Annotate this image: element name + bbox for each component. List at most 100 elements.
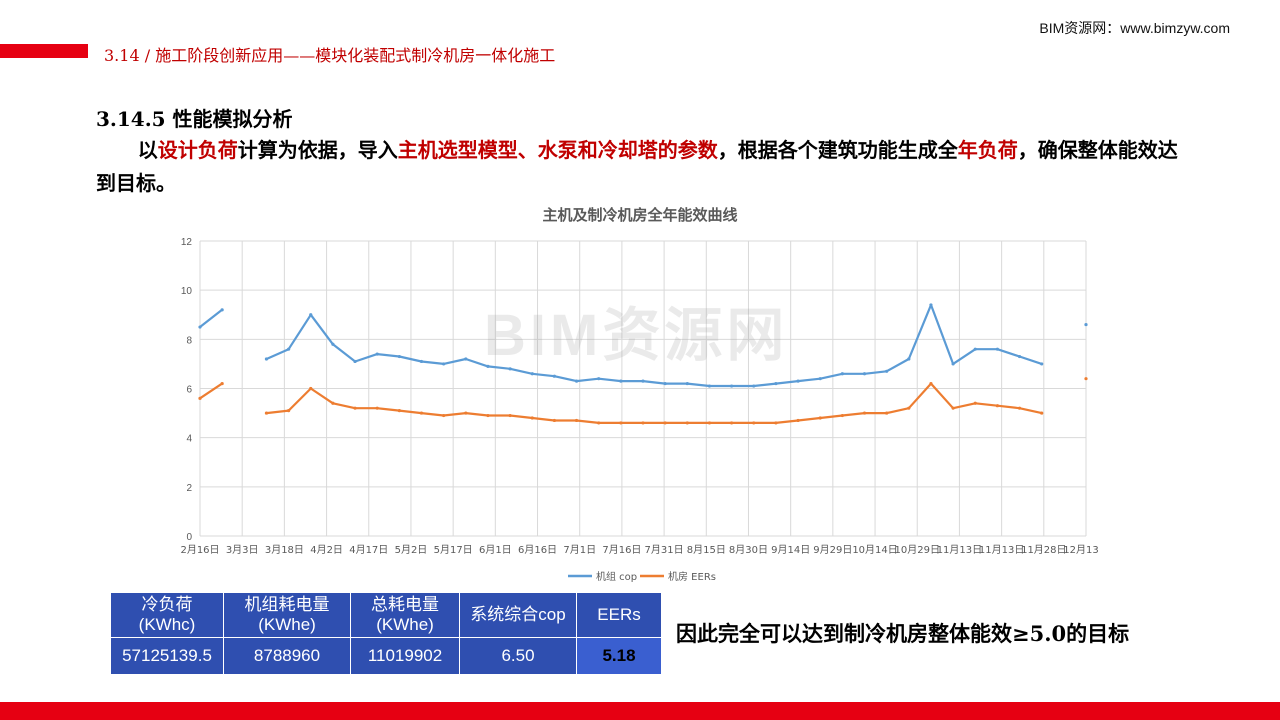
data-point [508, 413, 512, 418]
data-point [464, 411, 468, 415]
description-paragraph: 以设计负荷计算为依据，导入主机选型模型、水泵和冷却塔的参数，根据各个建筑功能生成… [96, 134, 1196, 200]
data-point [774, 421, 778, 425]
data-point [331, 401, 335, 405]
data-point [862, 411, 867, 415]
x-tick-label: 8月15日 [687, 544, 726, 556]
x-tick-label: 11月28日 [1021, 544, 1066, 556]
data-point [264, 411, 269, 415]
header-system-cop: 系统综合cop [459, 592, 577, 638]
data-point [464, 357, 468, 361]
data-point [1084, 377, 1088, 381]
x-tick-label: 10月14日 [852, 544, 897, 556]
data-point [951, 406, 955, 410]
data-point [309, 313, 313, 317]
x-tick-label: 11月13日 [979, 544, 1024, 556]
x-tick-label: 9月29日 [813, 544, 852, 556]
data-point [552, 374, 556, 378]
x-tick-label: 3月3日 [226, 544, 259, 556]
data-point [641, 379, 645, 383]
data-point [309, 386, 313, 391]
y-tick-label: 2 [186, 483, 192, 494]
cell-total-power: 11019902 [350, 637, 460, 675]
conclusion-text: 因此完全可以达到制冷机房整体能效≥5.0的目标 [676, 621, 1130, 646]
data-point [1040, 362, 1044, 366]
x-tick-label: 5月2日 [395, 544, 428, 556]
x-tick-label: 8月30日 [729, 544, 768, 556]
data-point [353, 359, 357, 364]
paragraph-segment: 计算为依据，导入 [237, 138, 398, 162]
data-point [685, 381, 689, 386]
data-point [619, 379, 623, 383]
table-header-row: 冷负荷 (KWhc) 机组耗电量 (KWhe) 总耗电量 (KWhe) 系统综合cop… [110, 592, 662, 638]
header-cold-load: 冷负荷 (KWhc) [110, 592, 224, 638]
data-point [663, 381, 667, 386]
header-unit-power: 机组耗电量 (KWhe) [223, 592, 351, 638]
data-point [552, 418, 556, 423]
data-point [907, 406, 911, 410]
y-tick-label: 8 [186, 335, 192, 346]
y-tick-label: 12 [181, 237, 193, 248]
paragraph-segment: ，根据各个建筑功能生成全 [717, 138, 958, 162]
data-point [287, 347, 291, 351]
x-tick-label: 3月18日 [265, 544, 304, 556]
x-tick-label: 12月13日 [1063, 544, 1100, 556]
data-point [907, 357, 911, 361]
x-tick-label: 11月13日 [937, 544, 982, 556]
x-tick-label: 7月1日 [563, 544, 596, 556]
x-tick-label: 2月16日 [180, 544, 219, 556]
footer-accent-bar [0, 702, 1280, 720]
legend-label: 机房 EERs [668, 570, 716, 583]
data-point [442, 413, 446, 418]
data-point [995, 404, 1000, 408]
data-point [818, 377, 822, 381]
y-tick-label: 4 [186, 434, 192, 445]
data-point [397, 354, 401, 359]
data-point [530, 372, 534, 376]
data-point [840, 413, 844, 418]
data-point [752, 384, 756, 388]
data-point [774, 381, 778, 386]
data-point [885, 411, 889, 415]
data-point [973, 401, 977, 405]
data-point [685, 421, 689, 425]
data-point [397, 409, 401, 413]
data-point [1017, 354, 1022, 359]
x-tick-label: 6月16日 [518, 544, 557, 556]
x-tick-label: 6月1日 [479, 544, 512, 556]
data-point [929, 381, 933, 386]
table-row: 57125139.5 8788960 11019902 6.50 5.18 [110, 637, 662, 675]
header-accent-bar [0, 44, 88, 58]
x-tick-label: 4月2日 [310, 544, 343, 556]
cell-system-cop: 6.50 [459, 637, 577, 675]
section-title: 3.14.5 性能模拟分析 [96, 107, 293, 131]
paragraph-segment: 主机选型模型、水泵和冷却塔的参数 [397, 138, 718, 162]
x-tick-label: 7月16日 [602, 544, 641, 556]
cell-unit-power: 8788960 [223, 637, 351, 675]
x-tick-label: 5月17日 [434, 544, 473, 556]
data-point [220, 308, 224, 312]
data-point [530, 416, 534, 420]
cell-eers: 5.18 [576, 637, 662, 675]
energy-summary-table: 冷负荷 (KWhc) 机组耗电量 (KWhe) 总耗电量 (KWhe) 系统综合cop… [110, 592, 662, 675]
data-point [353, 406, 357, 410]
data-point [929, 303, 933, 307]
data-point [619, 421, 623, 425]
data-point [818, 416, 822, 420]
data-point [707, 421, 712, 425]
data-point [730, 421, 734, 425]
data-point [220, 381, 224, 386]
paragraph-segment: 设计负荷 [157, 138, 238, 162]
data-point [331, 342, 335, 346]
data-point [287, 409, 291, 413]
data-point [1040, 411, 1044, 415]
x-tick-label: 9月14日 [771, 544, 810, 556]
series-line [200, 379, 1086, 423]
y-tick-label: 6 [186, 385, 192, 396]
data-point [486, 413, 490, 418]
data-point [707, 384, 712, 388]
data-point [1017, 406, 1022, 410]
data-point [973, 347, 977, 351]
efficiency-line-chart: 0 2 4 6 8 10 12 2月16日 3月3日 3月18日 4月2日 4月17日 5月2日 5月17… [180, 237, 1100, 583]
paragraph-segment: 以 [137, 138, 158, 162]
data-point [597, 421, 601, 425]
